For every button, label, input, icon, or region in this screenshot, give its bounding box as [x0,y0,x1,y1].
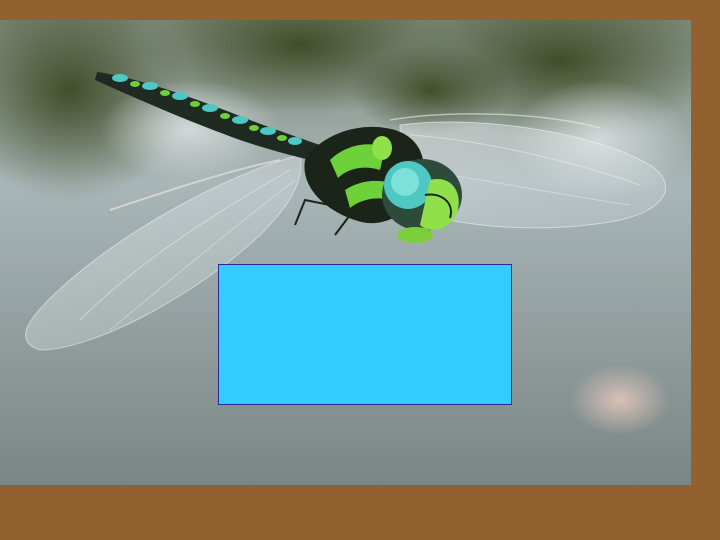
blue-rectangle [218,264,512,405]
dragonfly-photo [0,20,691,485]
dragonfly-illustration [0,20,691,485]
